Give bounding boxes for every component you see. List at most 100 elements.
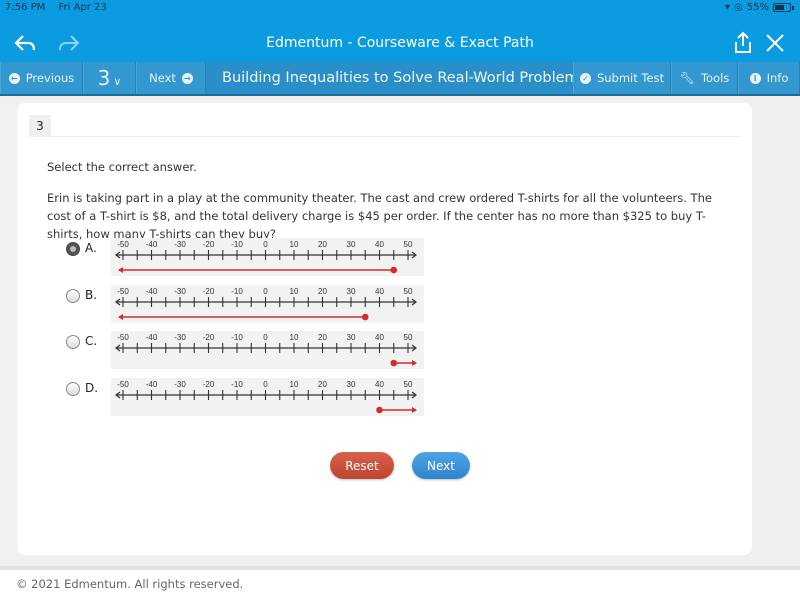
option-a-number-line: -50 -40 -30 -20 -10 0 10 20 30 40 50	[111, 238, 424, 276]
endpoint-dot	[361, 313, 369, 321]
chevron-down-icon: ∨	[113, 74, 122, 88]
status-date: Fri Apr 23	[58, 2, 107, 13]
tick-label: 40	[375, 287, 384, 296]
option-c-radio[interactable]	[66, 335, 80, 349]
option-b[interactable]: B. -50 -40 -30 -20 -10 0 10 20 30 40 50	[66, 285, 446, 325]
tick-label: -20	[203, 240, 215, 249]
tick-label: 0	[263, 287, 268, 296]
tick-label: 30	[347, 333, 356, 342]
option-a[interactable]: A. -50 -40 -30 -20 -10 0 10 20 30 40 50	[66, 238, 446, 278]
tick-label: -40	[146, 380, 158, 389]
tick-label: 50	[404, 333, 413, 342]
question-selector-value: 3	[97, 66, 111, 90]
option-a-letter: A.	[85, 241, 97, 255]
tick-label: 0	[263, 380, 268, 389]
tick-label: -50	[117, 240, 129, 249]
tick-label: -20	[203, 380, 215, 389]
info-label: Info	[766, 71, 789, 85]
tick-label: -30	[174, 380, 186, 389]
battery-icon	[773, 3, 791, 12]
tick-label: -10	[231, 380, 243, 389]
tick-label: -40	[146, 333, 158, 342]
tick-label: 40	[375, 380, 384, 389]
info-button[interactable]: i Info	[738, 62, 800, 94]
option-d-letter: D.	[85, 381, 99, 395]
tick-label: -40	[146, 287, 158, 296]
app-title: Edmentum - Courseware & Exact Path	[266, 35, 534, 51]
question-number: 3	[29, 115, 51, 137]
question-prompt: Erin is taking part in a play at the com…	[47, 191, 712, 241]
endpoint-dot	[390, 266, 398, 274]
question-card: 3 Select the correct answer. Erin is tak…	[17, 103, 752, 555]
tick-label: 10	[290, 240, 299, 249]
content-bottom-border	[0, 566, 800, 570]
previous-button[interactable]: ← Previous	[0, 62, 83, 94]
app-header: 7:56 PM Fri Apr 23 ▾ ◎ 55% Edmentum - Co…	[0, 0, 800, 62]
arrow-left-circle-icon: ←	[8, 72, 20, 84]
tools-button[interactable]: 🔧︎ Tools	[671, 62, 738, 94]
option-c-letter: C.	[85, 334, 98, 348]
tick-label: -10	[231, 240, 243, 249]
tick-label: 50	[404, 380, 413, 389]
tick-label: 50	[404, 287, 413, 296]
check-circle-icon: ✓	[579, 72, 591, 84]
footer-copyright: © 2021 Edmentum. All rights reserved.	[16, 577, 244, 591]
option-d-radio[interactable]	[66, 382, 80, 396]
status-bar-right: ▾ ◎ 55%	[725, 2, 794, 13]
share-icon[interactable]	[732, 31, 754, 55]
tools-label: Tools	[700, 71, 730, 85]
question-instruction: Select the correct answer.	[47, 160, 197, 174]
tick-label: 0	[263, 240, 268, 249]
submit-label: Submit Test	[596, 71, 665, 85]
arrow-right-circle-icon: →	[181, 72, 193, 84]
info-icon: i	[749, 72, 761, 84]
tick-label: -50	[117, 287, 129, 296]
tick-label: 20	[318, 333, 327, 342]
tick-label: 10	[290, 333, 299, 342]
option-d[interactable]: D. -50 -40 -30 -20 -10 0 10 20 30 40 50	[66, 378, 446, 418]
tick-label: -30	[174, 333, 186, 342]
next-button[interactable]: Next	[412, 452, 470, 479]
endpoint-dot	[390, 359, 398, 367]
battery-percent: 55%	[746, 2, 769, 13]
option-c[interactable]: C. -50 -40 -30 -20 -10 0 10 20 30 40 50	[66, 331, 446, 371]
previous-label: Previous	[25, 71, 75, 85]
next-nav-button[interactable]: Next →	[136, 62, 206, 94]
divider	[51, 136, 741, 137]
tick-label: 10	[290, 380, 299, 389]
close-icon[interactable]	[764, 32, 786, 54]
status-time: 7:56 PM	[5, 2, 46, 13]
tick-label: 30	[347, 287, 356, 296]
tick-label: 30	[347, 240, 356, 249]
tick-label: 50	[404, 240, 413, 249]
main-content: 3 Select the correct answer. Erin is tak…	[0, 96, 800, 570]
tick-label: -30	[174, 240, 186, 249]
option-b-radio[interactable]	[66, 289, 80, 303]
lesson-title: Building Inequalities to Solve Real-Worl…	[206, 62, 573, 94]
tick-label: -30	[174, 287, 186, 296]
option-c-number-line: -50 -40 -30 -20 -10 0 10 20 30 40 50	[111, 331, 424, 369]
ray-arrowhead	[412, 360, 417, 366]
battery-tip	[792, 5, 794, 10]
reset-button[interactable]: Reset	[330, 452, 394, 479]
tick-label: -10	[231, 287, 243, 296]
submit-test-button[interactable]: ✓ Submit Test	[573, 62, 671, 94]
tick-label: -20	[203, 333, 215, 342]
tick-label: -50	[117, 333, 129, 342]
tick-label: 30	[347, 380, 356, 389]
tick-label: -10	[231, 333, 243, 342]
option-d-number-line: -50 -40 -30 -20 -10 0 10 20 30 40 50	[111, 378, 424, 416]
question-selector[interactable]: 3 ∨	[83, 62, 136, 94]
toolbar: ← Previous 3 ∨ Next → Building Inequalit…	[0, 62, 800, 96]
tick-label: 0	[263, 333, 268, 342]
option-a-radio[interactable]	[66, 242, 80, 256]
tick-label: 10	[290, 287, 299, 296]
orientation-lock-icon: ◎	[734, 2, 743, 13]
ray-arrowhead	[412, 407, 417, 413]
wrench-icon: 🔧︎	[679, 71, 695, 85]
wifi-icon: ▾	[725, 2, 731, 13]
tick-label: -40	[146, 240, 158, 249]
next-label: Next	[149, 71, 176, 85]
right-gutter	[752, 96, 800, 570]
option-b-letter: B.	[85, 288, 98, 302]
